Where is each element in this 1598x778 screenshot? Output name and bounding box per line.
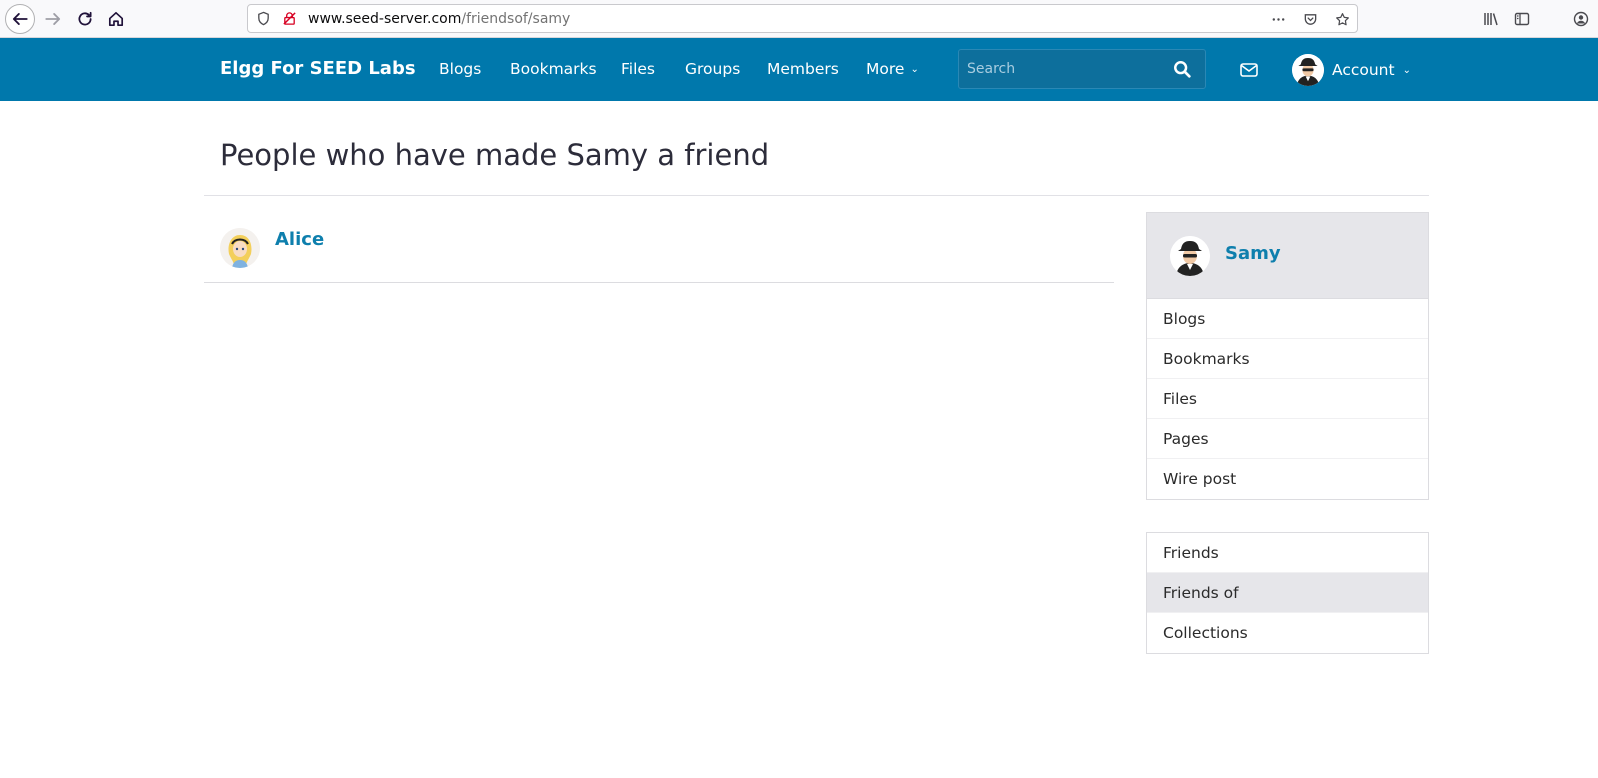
chevron-down-icon: ⌄ — [910, 64, 919, 75]
envelope-icon[interactable] — [1240, 62, 1258, 78]
shield-icon[interactable] — [252, 8, 274, 30]
browser-toolbar: www.seed-server.com/friendsof/samy — [0, 0, 1598, 38]
forward-button[interactable] — [38, 4, 68, 34]
page-title: People who have made Samy a friend — [220, 138, 770, 172]
menu-item-blogs[interactable]: Blogs — [439, 60, 481, 78]
owner-name-link[interactable]: Samy — [1225, 243, 1281, 264]
owner-block: Samy — [1146, 212, 1429, 299]
sidebar-item-bookmarks[interactable]: Bookmarks — [1147, 339, 1428, 379]
sidebar-item-friends-of[interactable]: Friends of — [1147, 573, 1428, 613]
site-topbar: Elgg For SEED Labs Blogs Bookmarks Files… — [0, 38, 1598, 101]
menu-item-groups[interactable]: Groups — [685, 60, 740, 78]
library-icon[interactable] — [1480, 8, 1502, 30]
avatar[interactable] — [220, 228, 260, 268]
home-icon — [108, 11, 124, 27]
menu-item-members[interactable]: Members — [767, 60, 839, 78]
home-button[interactable] — [101, 4, 131, 34]
search-box — [958, 49, 1206, 89]
menu-item-more-label: More — [866, 60, 905, 78]
sidebar-item-blogs[interactable]: Blogs — [1147, 299, 1428, 339]
chevron-down-icon: ⌄ — [1402, 64, 1411, 76]
friend-link[interactable]: Alice — [275, 229, 324, 250]
back-button[interactable] — [5, 4, 35, 34]
pocket-icon[interactable] — [1299, 8, 1321, 30]
alice-avatar-icon — [220, 228, 260, 268]
insecure-lock-icon[interactable] — [278, 8, 300, 30]
friends-menu: Friends Friends of Collections — [1146, 532, 1429, 654]
avatar — [1292, 54, 1324, 86]
menu-item-bookmarks[interactable]: Bookmarks — [510, 60, 597, 78]
avatar[interactable] — [1170, 236, 1210, 276]
account-menu[interactable]: Account ⌄ — [1292, 54, 1411, 86]
arrow-left-icon — [12, 13, 28, 25]
spy-avatar-icon — [1292, 54, 1324, 86]
bookmark-star-icon[interactable] — [1331, 8, 1353, 30]
more-actions-icon[interactable] — [1267, 8, 1289, 30]
sidebar-item-collections[interactable]: Collections — [1147, 613, 1428, 653]
menu-item-files[interactable]: Files — [621, 60, 655, 78]
sidebar-item-files[interactable]: Files — [1147, 379, 1428, 419]
sidebar-item-pages[interactable]: Pages — [1147, 419, 1428, 459]
reload-button[interactable] — [70, 4, 100, 34]
sidebar-item-friends[interactable]: Friends — [1147, 533, 1428, 573]
address-bar[interactable]: www.seed-server.com/friendsof/samy — [247, 4, 1358, 33]
url-text: www.seed-server.com/friendsof/samy — [308, 10, 571, 27]
owner-content-menu: Blogs Bookmarks Files Pages Wire post — [1146, 299, 1429, 500]
sidebar-item-wire-post[interactable]: Wire post — [1147, 459, 1428, 499]
sidebar-toggle-icon[interactable] — [1511, 8, 1533, 30]
menu-item-more[interactable]: More ⌄ — [866, 60, 919, 78]
site-title[interactable]: Elgg For SEED Labs — [220, 58, 416, 79]
account-label: Account — [1332, 61, 1395, 79]
list-item: Alice — [204, 212, 1114, 283]
reload-icon — [78, 11, 92, 26]
account-circle-icon[interactable] — [1570, 8, 1592, 30]
divider — [204, 195, 1429, 196]
spy-avatar-icon — [1170, 236, 1210, 276]
arrow-right-icon — [45, 13, 61, 25]
search-icon[interactable] — [1173, 60, 1191, 78]
search-input[interactable] — [959, 50, 1169, 88]
